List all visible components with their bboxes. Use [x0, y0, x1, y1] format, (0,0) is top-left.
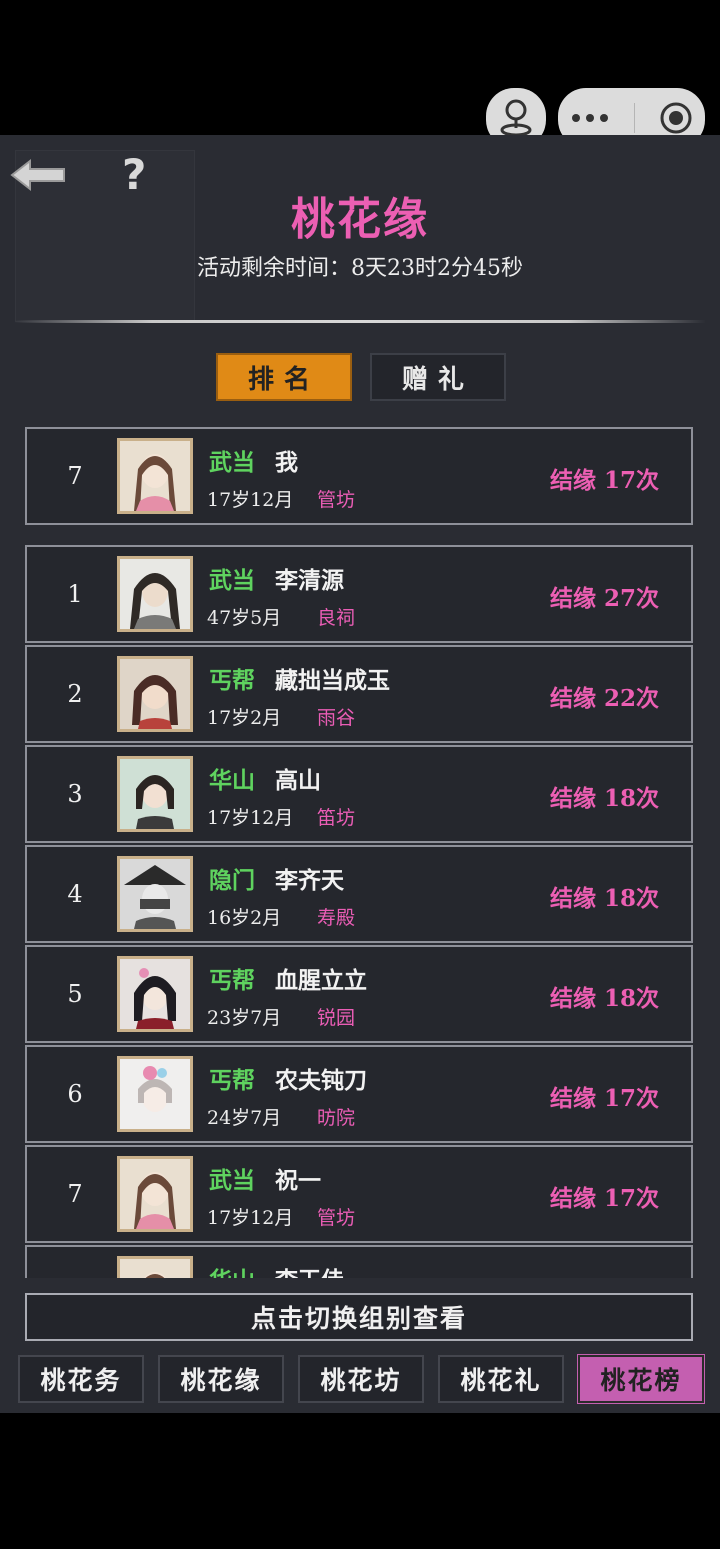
player-age: 24岁7月	[207, 1107, 282, 1129]
sect-label: 华山	[209, 767, 255, 794]
rank-number: 5	[67, 980, 83, 1008]
player-age: 23岁7月	[207, 1007, 282, 1029]
header-divider	[14, 320, 706, 323]
rank-number: 1	[67, 580, 83, 608]
player-age: 17岁12月	[207, 1207, 294, 1229]
ranking-row-5[interactable]: 5 丐帮 血腥立立 23岁7月 锐园 结缘 18次	[25, 945, 693, 1043]
bond-count: 结缘 18次	[549, 785, 659, 812]
ranking-row-6[interactable]: 6 丐帮 农夫钝刀 24岁7月 昉院 结缘 17次	[25, 1045, 693, 1143]
player-residence: 管坊	[317, 1207, 356, 1229]
bond-count: 结缘 17次	[549, 1185, 659, 1212]
player-residence: 寿殿	[317, 907, 356, 929]
rank-number: 2	[67, 680, 83, 708]
capsule-divider	[634, 103, 635, 133]
avatar	[117, 556, 193, 632]
rank-number: 6	[67, 1080, 83, 1108]
bond-count: 结缘 17次	[549, 1085, 659, 1112]
avatar	[117, 1156, 193, 1232]
avatar	[117, 656, 193, 732]
player-name: 李玉佳	[275, 1261, 344, 1278]
bond-count: 结缘 18次	[549, 885, 659, 912]
avatar	[117, 1256, 193, 1278]
avatar	[117, 438, 193, 514]
switch-group-button[interactable]: 点击切换组别查看	[25, 1293, 693, 1341]
avatar	[117, 856, 193, 932]
player-residence: 昉院	[317, 1107, 356, 1129]
tab-gift[interactable]: 赠礼	[370, 353, 506, 401]
joystick-icon	[500, 99, 532, 137]
my-rank-row[interactable]: 7 武当 我 17岁12月 管坊 结缘 17次	[25, 427, 693, 525]
bond-count: 结缘 22次	[549, 685, 659, 712]
sect-label: 武当	[209, 1167, 255, 1194]
player-age: 47岁5月	[207, 607, 282, 629]
tab-rank[interactable]: 排名	[216, 353, 352, 401]
tab-peach-shop[interactable]: 桃花坊	[298, 1355, 424, 1403]
event-countdown: 活动剩余时间：8天23时2分45秒	[197, 256, 523, 281]
player-age: 17岁2月	[207, 707, 282, 729]
player-name: 藏拙当成玉	[275, 667, 390, 694]
ranking-list[interactable]: 1 武当 李清源 47岁5月 良祠 结缘 27次 2 丐帮 藏拙当成玉 17岁2…	[0, 540, 720, 1278]
player-name: 农夫钝刀	[275, 1067, 367, 1094]
sect-label: 丐帮	[209, 1067, 255, 1094]
player-residence: 笛坊	[317, 807, 356, 829]
avatar	[117, 956, 193, 1032]
sect-label: 武当	[209, 449, 255, 476]
rank-number: 7	[67, 1180, 83, 1208]
player-name: 李齐天	[275, 867, 344, 894]
ranking-row-1[interactable]: 1 武当 李清源 47岁5月 良祠 结缘 27次	[25, 545, 693, 643]
player-name: 高山	[275, 767, 321, 794]
player-residence: 锐园	[317, 1007, 356, 1029]
tab-peach-fate[interactable]: 桃花缘	[158, 1355, 284, 1403]
player-age: 17岁12月	[207, 807, 294, 829]
player-name: 李清源	[275, 567, 344, 594]
sect-label: 丐帮	[209, 667, 255, 694]
player-name: 血腥立立	[275, 967, 367, 994]
player-residence: 管坊	[317, 489, 356, 511]
tab-peach-gift[interactable]: 桃花礼	[438, 1355, 564, 1403]
ranking-row-8[interactable]: 华山 李玉佳	[25, 1245, 693, 1278]
bond-count: 结缘 17次	[549, 467, 659, 494]
bond-count: 结缘 18次	[549, 985, 659, 1012]
more-dots-icon[interactable]	[570, 112, 610, 124]
player-residence: 良祠	[317, 607, 356, 629]
page-title: 桃花缘	[291, 194, 429, 245]
rank-number	[27, 1247, 123, 1278]
tab-peach-tasks[interactable]: 桃花务	[18, 1355, 144, 1403]
player-name: 祝一	[275, 1167, 321, 1194]
avatar	[117, 1056, 193, 1132]
tab-peach-ranking[interactable]: 桃花榜	[577, 1354, 705, 1404]
player-residence: 雨谷	[317, 707, 356, 729]
player-age: 17岁12月	[207, 489, 294, 511]
player-age: 16岁2月	[207, 907, 282, 929]
sect-label: 华山	[209, 1261, 255, 1278]
ranking-row-2[interactable]: 2 丐帮 藏拙当成玉 17岁2月 雨谷 结缘 22次	[25, 645, 693, 743]
sect-label: 隐门	[209, 867, 255, 894]
ranking-row-4[interactable]: 4 隐门 李齐天 16岁2月 寿殿 结缘 18次	[25, 845, 693, 943]
ranking-row-3[interactable]: 3 华山 高山 17岁12月 笛坊 结缘 18次	[25, 745, 693, 843]
sect-label: 武当	[209, 567, 255, 594]
rank-number: 3	[67, 780, 83, 808]
player-name: 我	[275, 449, 298, 476]
target-circle-icon[interactable]	[659, 101, 693, 135]
ranking-row-7[interactable]: 7 武当 祝一 17岁12月 管坊 结缘 17次	[25, 1145, 693, 1243]
avatar	[117, 756, 193, 832]
rank-number: 7	[67, 462, 83, 490]
sect-label: 丐帮	[209, 967, 255, 994]
bond-count: 结缘 27次	[549, 585, 659, 612]
rank-number: 4	[67, 880, 83, 908]
